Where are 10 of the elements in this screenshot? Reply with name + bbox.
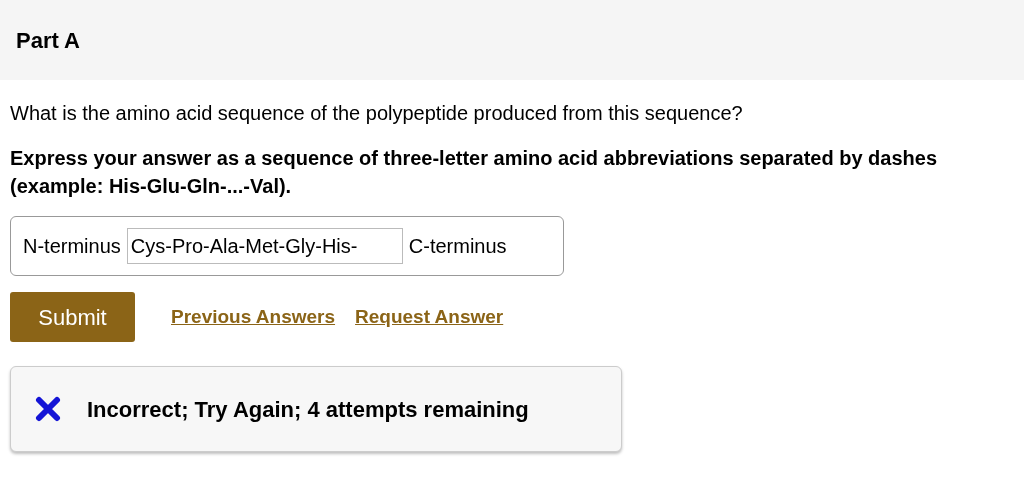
answer-link[interactable]: Request Answer bbox=[355, 302, 504, 332]
question-text: What is the amino acid sequence of the polypeptide produced from this sequence? bbox=[10, 101, 744, 126]
instructions-text: Express your answer as a sequence of three-letter amino acid abbreviations separated by dashes (example: His-Glu-Gln-...-Val). bbox=[10, 146, 939, 199]
feedback-message: Incorrect; Try Again; 4 attempts remaining bbox=[87, 395, 529, 424]
submit-button[interactable]: Submit bbox=[10, 292, 135, 342]
suffix-label: C-terminus bbox=[408, 234, 507, 259]
part-title: Part A bbox=[16, 26, 80, 55]
answer-link[interactable]: Previous Answers bbox=[171, 302, 336, 332]
answer-field[interactable]: Cys-Pro-Ala-Met-Gly-His- bbox=[126, 228, 403, 264]
prefix-label: N-terminus bbox=[23, 234, 121, 259]
